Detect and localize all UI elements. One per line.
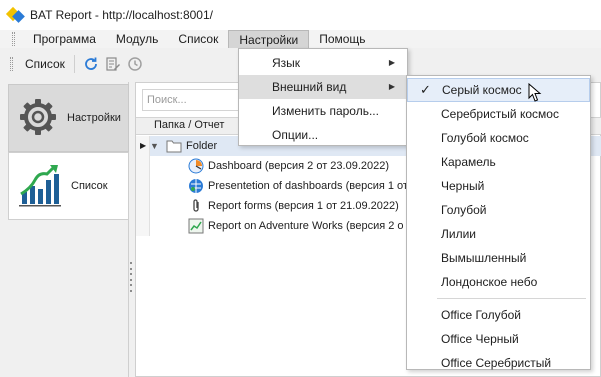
theme-label: Серебристый космос — [441, 107, 559, 121]
theme-option-gray-space[interactable]: ✓ Серый космос — [407, 78, 590, 102]
paperclip-icon — [188, 198, 204, 214]
list-button[interactable]: Список — [21, 52, 69, 76]
theme-option-office-silver[interactable]: Office Серебристый — [407, 351, 590, 375]
theme-option-silver-space[interactable]: Серебристый космос — [407, 102, 590, 126]
row-label: Presentetion of dashboards (версия 1 от — [208, 180, 408, 192]
menu-program[interactable]: Программа — [23, 30, 106, 48]
theme-label: Office Голубой — [441, 308, 521, 322]
dashboard-icon — [188, 158, 204, 174]
menu-item-change-password[interactable]: Изменить пароль... — [239, 99, 407, 123]
theme-option-caramel[interactable]: Карамель — [407, 150, 590, 174]
theme-label: Черный — [441, 179, 485, 193]
submenu-arrow-icon: ▶ — [388, 58, 395, 67]
chart-report-icon — [188, 218, 204, 234]
collapse-icon[interactable]: ▼ — [150, 141, 162, 151]
row-label: Report on Adventure Works (версия 2 о — [208, 220, 404, 232]
menu-list[interactable]: Список — [168, 30, 228, 48]
menu-bar: Программа Модуль Список Настройки Помощь — [0, 30, 601, 48]
theme-label: Голубой — [441, 203, 487, 217]
table-row[interactable]: Report on Adventure Works (версия 2 о — [188, 216, 404, 236]
row-indicator — [136, 156, 150, 176]
toolbar-separator — [73, 55, 75, 73]
navigation-pane: Настройки Список — [6, 82, 129, 377]
nav-item-settings[interactable]: Настройки — [8, 84, 129, 152]
theme-option-office-blue[interactable]: Office Голубой — [407, 303, 590, 327]
theme-option-lilies[interactable]: Лилии — [407, 222, 590, 246]
theme-option-black[interactable]: Черный — [407, 174, 590, 198]
menu-item-options[interactable]: Опции... — [239, 123, 407, 147]
theme-label: Вымышленный — [441, 251, 527, 265]
menu-item-language[interactable]: Язык ▶ — [239, 51, 407, 75]
theme-label: Серый космос — [442, 83, 522, 97]
menu-module[interactable]: Модуль — [106, 30, 169, 48]
toolbar: Список — [0, 49, 240, 79]
row-indicator — [136, 176, 150, 196]
menu-help[interactable]: Помощь — [309, 30, 375, 48]
menu-item-label: Язык — [272, 56, 301, 70]
refresh-icon[interactable] — [80, 53, 102, 75]
theme-label: Голубой космос — [441, 131, 529, 145]
theme-label: Office Серебристый — [441, 356, 552, 370]
app-logo-icon — [5, 6, 25, 23]
nav-item-list[interactable]: Список — [8, 152, 129, 220]
gear-icon — [17, 96, 59, 141]
row-label: Dashboard (версия 2 от 23.09.2022) — [208, 160, 390, 172]
theme-label: Лондонское небо — [441, 275, 538, 289]
nav-list-label: Список — [71, 180, 108, 192]
theme-option-blue-space[interactable]: Голубой космос — [407, 126, 590, 150]
growth-chart-icon — [17, 162, 63, 211]
menu-settings[interactable]: Настройки — [228, 30, 310, 48]
menu-item-label: Опции... — [272, 128, 319, 142]
theme-label: Лилии — [441, 227, 476, 241]
presentation-globe-icon — [188, 178, 204, 194]
theme-label: Office Черный — [441, 332, 519, 346]
menu-item-label: Изменить пароль... — [272, 104, 379, 118]
menu-item-label: Внешний вид — [272, 80, 347, 94]
submenu-arrow-icon: ▶ — [388, 82, 395, 91]
menu-grip — [12, 32, 15, 46]
table-row[interactable]: Presentetion of dashboards (версия 1 от — [188, 176, 408, 196]
settings-dropdown-menu: Язык ▶ Внешний вид ▶ Изменить пароль... … — [238, 48, 408, 146]
theme-label: Карамель — [441, 155, 496, 169]
column-header-folder-report[interactable]: Папка / Отчет — [154, 119, 224, 131]
window-title: BAT Report - http://localhost:8001/ — [30, 8, 213, 22]
row-indicator — [136, 216, 150, 236]
row-label: Report forms (версия 1 от 21.09.2022) — [208, 200, 399, 212]
row-indicator: ▶ — [136, 136, 150, 156]
menu-separator — [437, 298, 586, 299]
row-indicator — [136, 196, 150, 216]
theme-option-london-sky[interactable]: Лондонское небо — [407, 270, 590, 294]
theme-option-fictional[interactable]: Вымышленный — [407, 246, 590, 270]
appearance-submenu: ✓ Серый космос Серебристый космос Голубо… — [406, 75, 591, 370]
theme-option-office-black[interactable]: Office Черный — [407, 327, 590, 351]
nav-settings-label: Настройки — [67, 112, 121, 124]
table-row[interactable]: Dashboard (версия 2 от 23.09.2022) — [188, 156, 389, 176]
folder-icon — [166, 138, 182, 154]
history-icon[interactable] — [124, 53, 146, 75]
row-label: Folder — [186, 140, 218, 152]
splitter-handle[interactable] — [129, 262, 133, 292]
title-bar: BAT Report - http://localhost:8001/ — [0, 0, 601, 30]
menu-item-appearance[interactable]: Внешний вид ▶ — [239, 75, 407, 99]
edit-icon[interactable] — [102, 53, 124, 75]
theme-option-blue[interactable]: Голубой — [407, 198, 590, 222]
toolbar-grip — [10, 57, 13, 71]
table-row[interactable]: Report forms (версия 1 от 21.09.2022) — [188, 196, 399, 216]
checkmark-icon: ✓ — [420, 82, 431, 97]
